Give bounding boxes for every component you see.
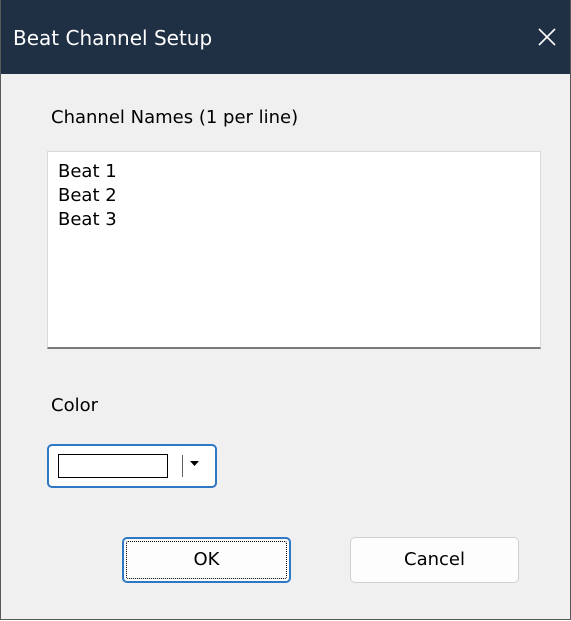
channel-names-label: Channel Names (1 per line) xyxy=(51,107,299,128)
channel-name-line: Beat 2 xyxy=(58,185,117,206)
color-picker-dropdown[interactable] xyxy=(47,444,217,488)
title-bar[interactable]: Beat Channel Setup xyxy=(1,0,570,74)
dropdown-arrow-icon[interactable] xyxy=(190,461,199,467)
close-icon xyxy=(538,28,556,46)
channel-name-line: Beat 1 xyxy=(58,161,117,182)
channel-name-line: Beat 3 xyxy=(58,209,117,230)
color-label: Color xyxy=(51,395,98,416)
dialog-window: Beat Channel Setup Channel Names (1 per … xyxy=(0,0,571,620)
combo-divider xyxy=(182,455,183,477)
window-title: Beat Channel Setup xyxy=(13,26,213,50)
channel-names-textarea[interactable]: Beat 1 Beat 2 Beat 3 xyxy=(47,151,541,349)
cancel-button[interactable]: Cancel xyxy=(350,537,519,583)
cancel-button-label: Cancel xyxy=(404,549,465,570)
color-swatch xyxy=(58,454,168,478)
focus-ring xyxy=(126,541,287,579)
ok-button[interactable]: OK xyxy=(122,537,291,583)
close-button[interactable] xyxy=(524,0,570,74)
